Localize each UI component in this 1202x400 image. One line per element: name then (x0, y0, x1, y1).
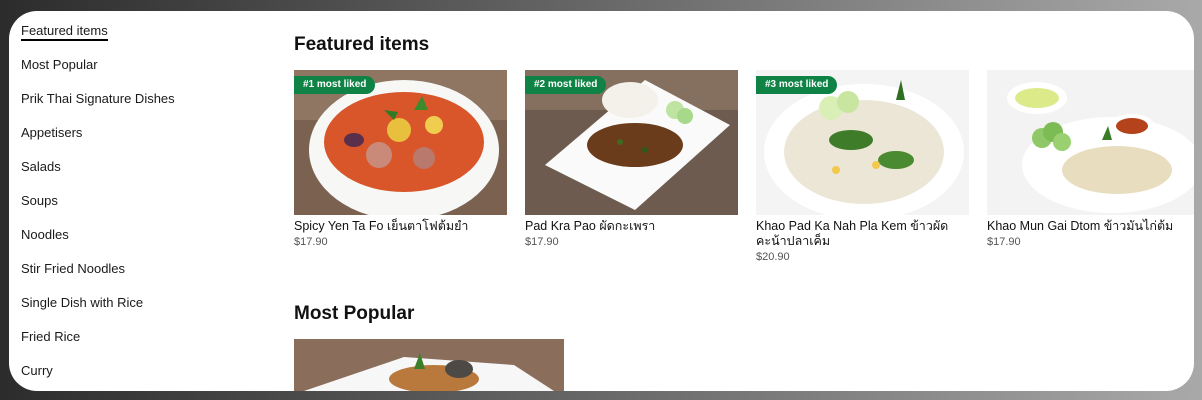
sidebar-item-appetisers[interactable]: Appetisers (21, 123, 261, 157)
sidebar-item-most-popular[interactable]: Most Popular (21, 55, 261, 89)
category-sidebar: Featured items Most Popular Prik Thai Si… (21, 21, 261, 391)
dish-name: Pad Kra Pao ผัดกะเพรา (525, 219, 656, 233)
dish-name: Spicy Yen Ta Fo เย็นตาโฟต้มยำ (294, 219, 469, 233)
dish-image (294, 339, 564, 391)
sidebar-item-signature-dishes[interactable]: Prik Thai Signature Dishes (21, 89, 261, 123)
dish-price: $17.90 (525, 236, 559, 248)
dish-price: $17.90 (987, 236, 1021, 248)
dish-price: $20.90 (756, 251, 790, 263)
dish-name: Khao Pad Ka Nah Pla Kem ข้าวผัดคะน้าปลาเ… (756, 219, 949, 248)
menu-item-card[interactable]: #2 most liked Pad Kra Pao ผัดกะเพรา $17.… (525, 70, 738, 248)
dish-image (987, 70, 1194, 215)
dish-image: #1 most liked (294, 70, 507, 215)
page-frame: Featured items Most Popular Prik Thai Si… (9, 11, 1194, 391)
most-liked-badge: #3 most liked (756, 76, 838, 94)
most-popular-section-title: Most Popular (294, 303, 415, 324)
menu-item-card[interactable]: Khao Mun Gai Dtom ข้าวมันไก่ต้ม $17.90 (987, 70, 1194, 248)
most-liked-badge: #2 most liked (525, 76, 607, 94)
dish-image: #2 most liked (525, 70, 738, 215)
sidebar-item-salads[interactable]: Salads (21, 157, 261, 191)
dish-name: Khao Mun Gai Dtom ข้าวมันไก่ต้ม (987, 219, 1174, 233)
most-liked-badge: #1 most liked (294, 76, 376, 94)
sidebar-item-soups[interactable]: Soups (21, 191, 261, 225)
menu-item-card[interactable]: #1 most liked Spicy Yen Ta Fo เย็นตาโฟต้… (294, 70, 507, 248)
menu-item-card[interactable] (294, 339, 564, 391)
sidebar-item-stir-fried-noodles[interactable]: Stir Fried Noodles (21, 259, 261, 293)
dish-image: #3 most liked (756, 70, 969, 215)
dish-price: $17.90 (294, 236, 328, 248)
sidebar-item-single-dish-rice[interactable]: Single Dish with Rice (21, 293, 261, 327)
sidebar-item-fried-rice[interactable]: Fried Rice (21, 327, 261, 361)
sidebar-item-curry[interactable]: Curry (21, 361, 261, 391)
featured-section-title: Featured items (294, 34, 430, 55)
sidebar-item-noodles[interactable]: Noodles (21, 225, 261, 259)
menu-item-card[interactable]: #3 most liked Khao Pad Ka Nah Pla Kem ข้… (756, 70, 969, 263)
sidebar-item-featured-items[interactable]: Featured items (21, 21, 261, 55)
